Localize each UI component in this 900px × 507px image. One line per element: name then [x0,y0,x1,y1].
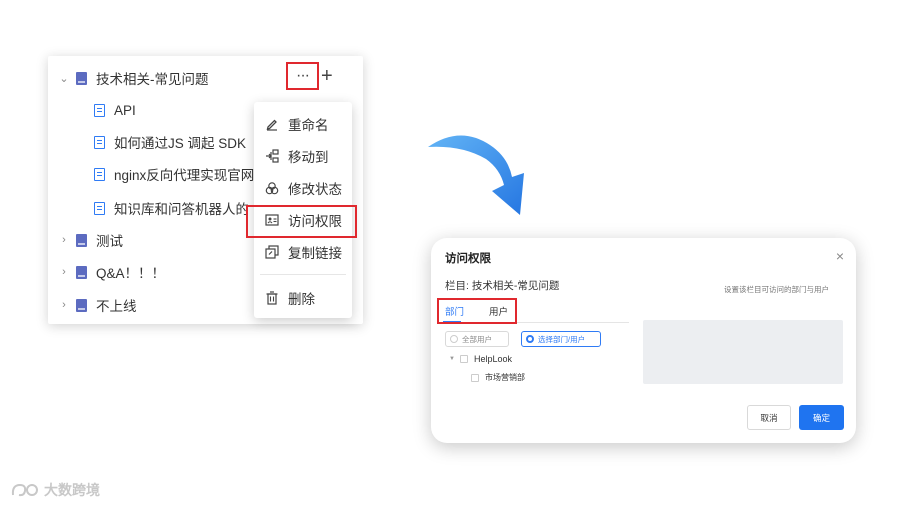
tree-child-item[interactable]: 知识库和问答机器人的 [94,197,249,219]
close-icon[interactable]: × [836,248,844,264]
document-icon [94,103,105,117]
menu-item-copy-link[interactable]: 复制链接 [254,238,352,266]
tree-root-item[interactable]: › 测试 [58,229,123,251]
radio-all-users[interactable]: 全部用户 [445,331,509,347]
confirm-button[interactable]: 确定 [799,405,844,430]
menu-item-move[interactable]: 移动到 [254,142,352,170]
move-icon [264,149,279,164]
tabs-highlight [437,298,517,324]
column-label: 栏目: 技术相关-常见问题 [445,280,560,292]
org-node-label: 市场营销部 [485,373,525,382]
radio-checked-icon [526,335,534,343]
menu-item-status[interactable]: 修改状态 [254,174,352,202]
tree-root-item[interactable]: › 不上线 [58,294,137,316]
tree-root-label: 不上线 [96,299,137,314]
book-icon [76,298,87,312]
watermark-icon [11,483,38,497]
tree-child-label: 知识库和问答机器人的 [114,202,249,217]
book-icon [76,71,87,85]
org-tree-node[interactable]: ▼ HelpLook [449,354,512,364]
trash-icon [264,291,279,306]
access-permission-highlight [246,205,357,238]
radio-circle-icon [450,335,458,343]
watermark-logo: 大数跨境 [10,480,100,500]
menu-divider [260,274,346,275]
org-node-label: HelpLook [473,354,512,364]
menu-item-rename[interactable]: 重命名 [254,110,352,138]
status-icon [264,181,279,196]
caret-down-icon[interactable]: ▼ [449,356,455,362]
watermark-text: 大数跨境 [44,482,100,498]
pencil-icon [264,117,279,132]
menu-item-delete[interactable]: 删除 [254,284,352,312]
tree-root-label: 技术相关-常见问题 [96,72,209,87]
radio-label: 全部用户 [462,334,492,344]
chevron-down-icon[interactable]: ⌄ [58,72,70,85]
checkbox[interactable] [471,373,479,382]
chevron-right-icon[interactable]: › [58,266,70,278]
book-icon [76,233,87,247]
tree-child-item[interactable]: 如何通过JS 调起 SDK [94,131,246,153]
org-tree-node[interactable]: 市场营销部 [471,372,525,383]
access-permission-dialog: 访问权限 × 栏目: 技术相关-常见问题 设置该栏目可访问的部门与用户 部门 用… [431,238,856,443]
chevron-right-icon[interactable]: › [58,299,70,311]
radio-select-dept-user[interactable]: 选择部门/用户 [521,331,601,347]
radio-label: 选择部门/用户 [538,334,586,344]
checkbox[interactable] [459,355,468,363]
menu-item-label: 修改状态 [288,182,342,197]
document-icon [94,167,105,181]
tree-root-item[interactable]: ⌄ 技术相关-常见问题 [58,67,209,89]
more-options-button[interactable]: ··· [286,62,319,90]
add-button[interactable]: + [321,64,333,88]
tree-child-item[interactable]: API [94,99,136,121]
chevron-right-icon[interactable]: › [58,234,70,246]
document-icon [94,135,105,149]
book-icon [76,265,87,279]
tree-child-label: nginx反向代理实现官网 [114,168,255,183]
tree-child-item[interactable]: nginx反向代理实现官网 [94,163,254,185]
arrow-icon [428,135,524,215]
tree-root-label: 测试 [96,234,123,249]
menu-item-label: 重命名 [288,118,329,133]
copy-link-icon [264,245,279,260]
menu-item-label: 移动到 [288,150,329,165]
tree-child-label: API [114,102,136,118]
document-icon [94,201,105,215]
dialog-title: 访问权限 [445,253,491,265]
cancel-button[interactable]: 取消 [747,405,791,430]
menu-item-label: 删除 [288,292,315,307]
menu-item-label: 复制链接 [288,246,342,261]
tree-root-label: Q&A！！！ [96,266,166,281]
tree-root-item[interactable]: › Q&A！！！ [58,261,165,283]
dialog-hint: 设置该栏目可访问的部门与用户 [724,285,829,294]
selected-items-panel [643,320,843,384]
tree-child-label: 如何通过JS 调起 SDK [114,136,247,151]
